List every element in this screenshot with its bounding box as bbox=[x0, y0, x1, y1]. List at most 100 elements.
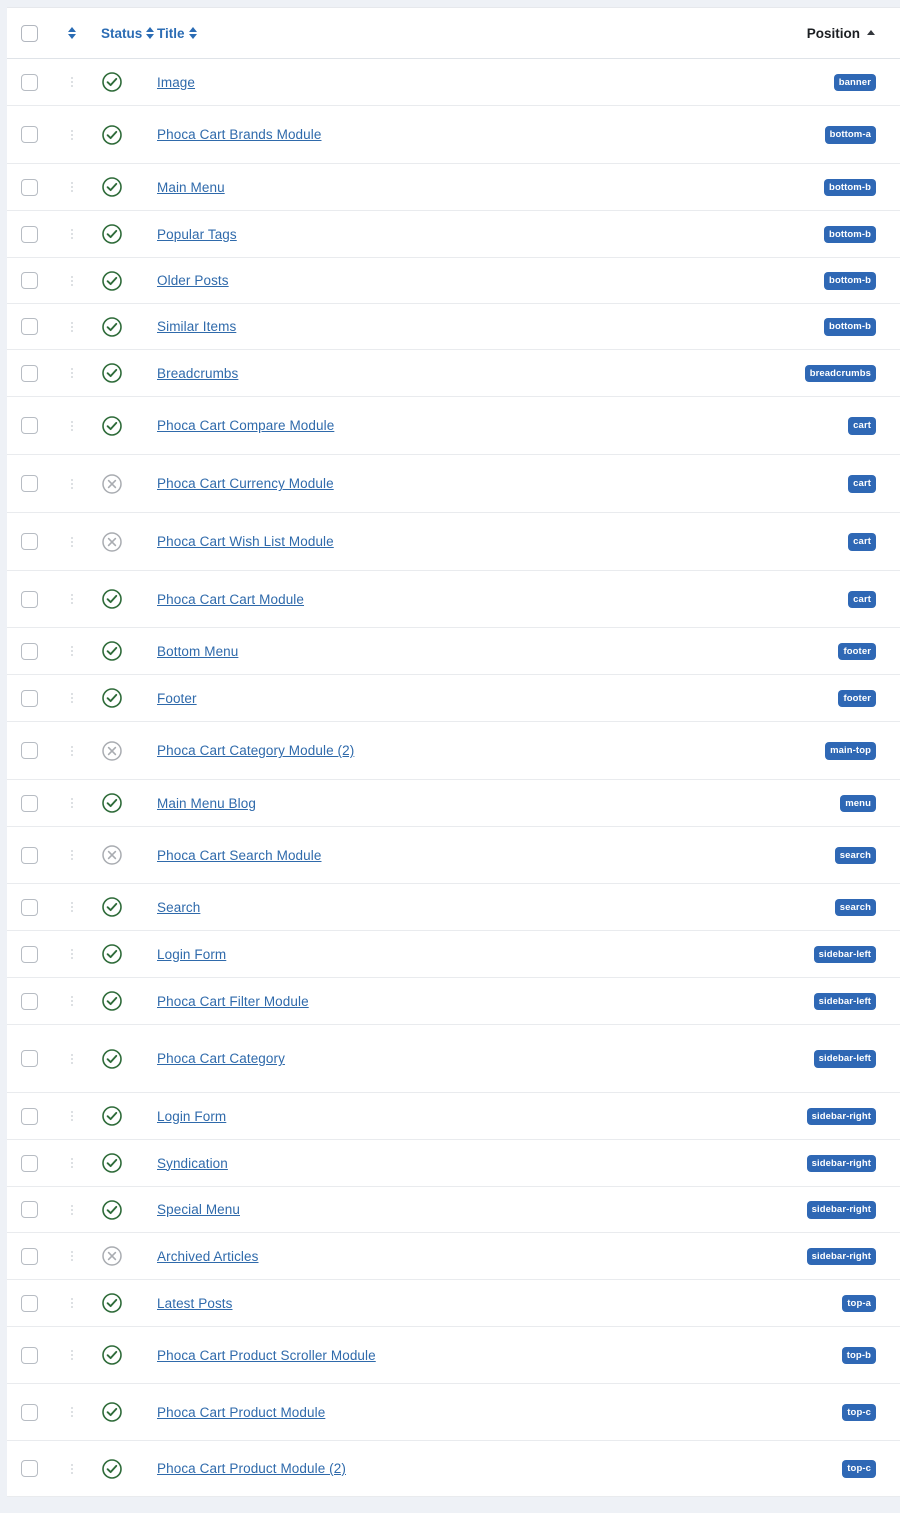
row-status-cell[interactable] bbox=[93, 779, 155, 827]
table-row[interactable]: Phoca Cart Filter Module sidebar-left bbox=[7, 977, 900, 1025]
row-select-cell[interactable] bbox=[7, 1279, 51, 1327]
table-row[interactable]: Syndication sidebar-right bbox=[7, 1139, 900, 1187]
row-select-cell[interactable] bbox=[7, 210, 51, 258]
row-checkbox[interactable] bbox=[20, 533, 38, 551]
row-status-cell[interactable] bbox=[93, 883, 155, 931]
position-badge[interactable]: bottom-b bbox=[824, 318, 876, 336]
row-status-cell[interactable] bbox=[93, 396, 155, 455]
position-badge[interactable]: breadcrumbs bbox=[804, 364, 876, 383]
module-title-link[interactable]: Phoca Cart Category Module (2) bbox=[157, 743, 354, 758]
table-row[interactable]: Login Form sidebar-left bbox=[7, 930, 900, 978]
row-checkbox[interactable] bbox=[20, 272, 38, 290]
row-select-cell[interactable] bbox=[7, 303, 51, 350]
row-checkbox[interactable] bbox=[20, 178, 38, 196]
row-select-cell[interactable] bbox=[7, 512, 51, 571]
drag-handle-icon[interactable] bbox=[66, 126, 78, 144]
module-title-link[interactable]: Bottom Menu bbox=[157, 644, 238, 659]
table-row[interactable]: Image banner bbox=[7, 58, 900, 106]
position-badge[interactable]: sidebar-left bbox=[813, 1050, 876, 1068]
position-badge[interactable]: cart bbox=[848, 590, 876, 609]
row-select-cell[interactable] bbox=[7, 58, 51, 106]
position-badge[interactable]: top-b bbox=[841, 1346, 876, 1365]
status-published-icon[interactable] bbox=[101, 270, 123, 292]
row-order-cell[interactable] bbox=[51, 1279, 93, 1327]
row-checkbox[interactable] bbox=[20, 1460, 38, 1478]
row-order-cell[interactable] bbox=[51, 627, 93, 675]
position-badge[interactable]: search bbox=[834, 846, 876, 865]
row-select-cell[interactable] bbox=[7, 1440, 51, 1497]
module-title-link[interactable]: Phoca Cart Filter Module bbox=[157, 994, 309, 1009]
status-published-icon[interactable] bbox=[101, 792, 123, 814]
row-select-cell[interactable] bbox=[7, 1383, 51, 1441]
row-status-cell[interactable] bbox=[93, 163, 155, 211]
row-checkbox[interactable] bbox=[20, 1201, 38, 1219]
row-order-cell[interactable] bbox=[51, 58, 93, 106]
row-select-cell[interactable] bbox=[7, 454, 51, 513]
drag-handle-icon[interactable] bbox=[66, 1050, 78, 1068]
table-row[interactable]: Phoca Cart Search Module search bbox=[7, 826, 900, 884]
module-title-link[interactable]: Special Menu bbox=[157, 1202, 240, 1217]
position-badge[interactable]: bottom-b bbox=[824, 225, 876, 244]
row-checkbox[interactable] bbox=[20, 794, 38, 812]
status-published-icon[interactable] bbox=[101, 223, 123, 245]
status-published-icon[interactable] bbox=[101, 1199, 123, 1221]
column-header-position[interactable]: Position bbox=[755, 8, 900, 59]
row-status-cell[interactable] bbox=[93, 1383, 155, 1441]
status-published-icon[interactable] bbox=[101, 362, 123, 384]
row-select-cell[interactable] bbox=[7, 627, 51, 675]
row-status-cell[interactable] bbox=[93, 1232, 155, 1280]
row-status-cell[interactable] bbox=[93, 674, 155, 722]
status-published-icon[interactable] bbox=[101, 124, 123, 146]
module-title-link[interactable]: Phoca Cart Category bbox=[157, 1051, 285, 1066]
table-row[interactable]: Main Menu Blog menu bbox=[7, 779, 900, 827]
drag-handle-icon[interactable] bbox=[66, 178, 78, 196]
row-status-cell[interactable] bbox=[93, 1092, 155, 1140]
drag-handle-icon[interactable] bbox=[66, 742, 78, 760]
row-status-cell[interactable] bbox=[93, 257, 155, 304]
row-order-cell[interactable] bbox=[51, 1024, 93, 1093]
table-row[interactable]: Popular Tags bottom-b bbox=[7, 210, 900, 258]
position-badge[interactable]: top-c bbox=[842, 1460, 876, 1478]
row-select-cell[interactable] bbox=[7, 570, 51, 628]
drag-handle-icon[interactable] bbox=[66, 417, 78, 435]
table-row[interactable]: Footer footer bbox=[7, 674, 900, 722]
module-title-link[interactable]: Phoca Cart Currency Module bbox=[157, 476, 334, 491]
position-badge[interactable]: sidebar-left bbox=[813, 945, 876, 964]
row-checkbox[interactable] bbox=[20, 1403, 38, 1421]
table-row[interactable]: Phoca Cart Compare Module cart bbox=[7, 396, 900, 455]
drag-handle-icon[interactable] bbox=[66, 794, 78, 812]
row-checkbox[interactable] bbox=[20, 475, 38, 493]
sort-order-icon[interactable] bbox=[67, 26, 77, 40]
status-published-icon[interactable] bbox=[101, 1292, 123, 1314]
select-all-checkbox[interactable] bbox=[20, 24, 38, 42]
table-row[interactable]: Similar Items bottom-b bbox=[7, 303, 900, 350]
row-select-cell[interactable] bbox=[7, 1092, 51, 1140]
row-status-cell[interactable] bbox=[93, 1279, 155, 1327]
row-order-cell[interactable] bbox=[51, 1232, 93, 1280]
module-title-link[interactable]: Older Posts bbox=[157, 273, 229, 288]
row-order-cell[interactable] bbox=[51, 1092, 93, 1140]
position-badge[interactable]: bottom-b bbox=[824, 178, 876, 197]
drag-handle-icon[interactable] bbox=[66, 898, 78, 916]
column-header-title[interactable]: Title bbox=[155, 8, 755, 59]
drag-handle-icon[interactable] bbox=[66, 945, 78, 963]
row-select-cell[interactable] bbox=[7, 349, 51, 397]
row-status-cell[interactable] bbox=[93, 58, 155, 106]
status-published-icon[interactable] bbox=[101, 1401, 123, 1423]
row-checkbox[interactable] bbox=[20, 898, 38, 916]
row-checkbox[interactable] bbox=[20, 73, 38, 91]
module-title-link[interactable]: Breadcrumbs bbox=[157, 366, 238, 381]
row-order-cell[interactable] bbox=[51, 977, 93, 1025]
row-select-cell[interactable] bbox=[7, 1326, 51, 1384]
row-order-cell[interactable] bbox=[51, 570, 93, 628]
module-title-link[interactable]: Login Form bbox=[157, 1109, 226, 1124]
drag-handle-icon[interactable] bbox=[66, 272, 78, 290]
position-badge[interactable]: cart bbox=[848, 417, 876, 435]
row-select-cell[interactable] bbox=[7, 883, 51, 931]
row-order-cell[interactable] bbox=[51, 512, 93, 571]
status-unpublished-icon[interactable] bbox=[101, 473, 123, 495]
table-row[interactable]: Breadcrumbs breadcrumbs bbox=[7, 349, 900, 397]
row-status-cell[interactable] bbox=[93, 512, 155, 571]
drag-handle-icon[interactable] bbox=[66, 1346, 78, 1364]
status-published-icon[interactable] bbox=[101, 640, 123, 662]
